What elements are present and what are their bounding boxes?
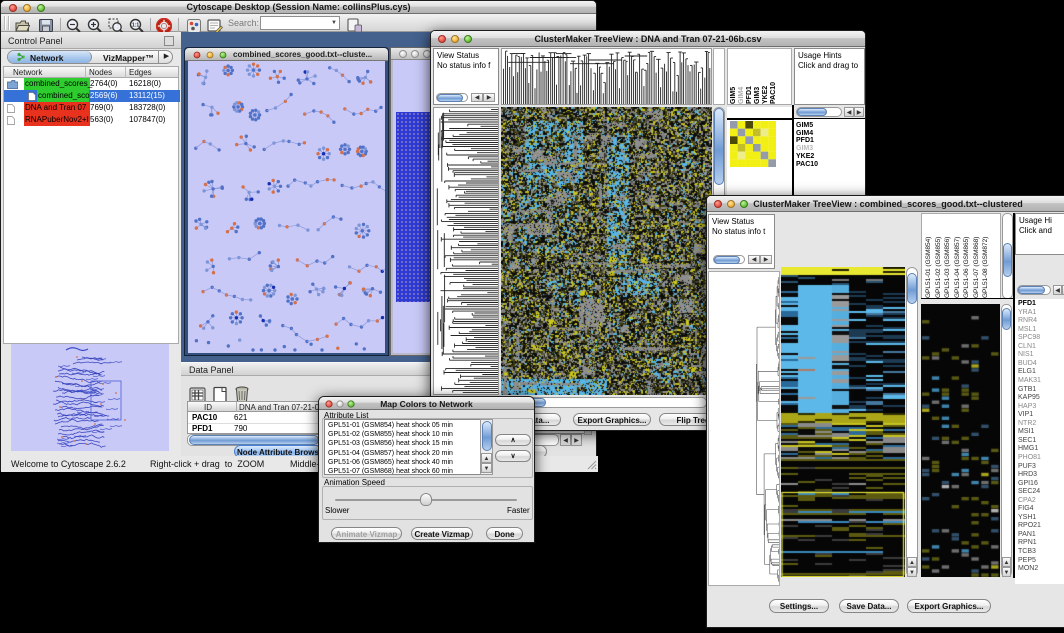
- svg-text:1:1: 1:1: [132, 23, 139, 29]
